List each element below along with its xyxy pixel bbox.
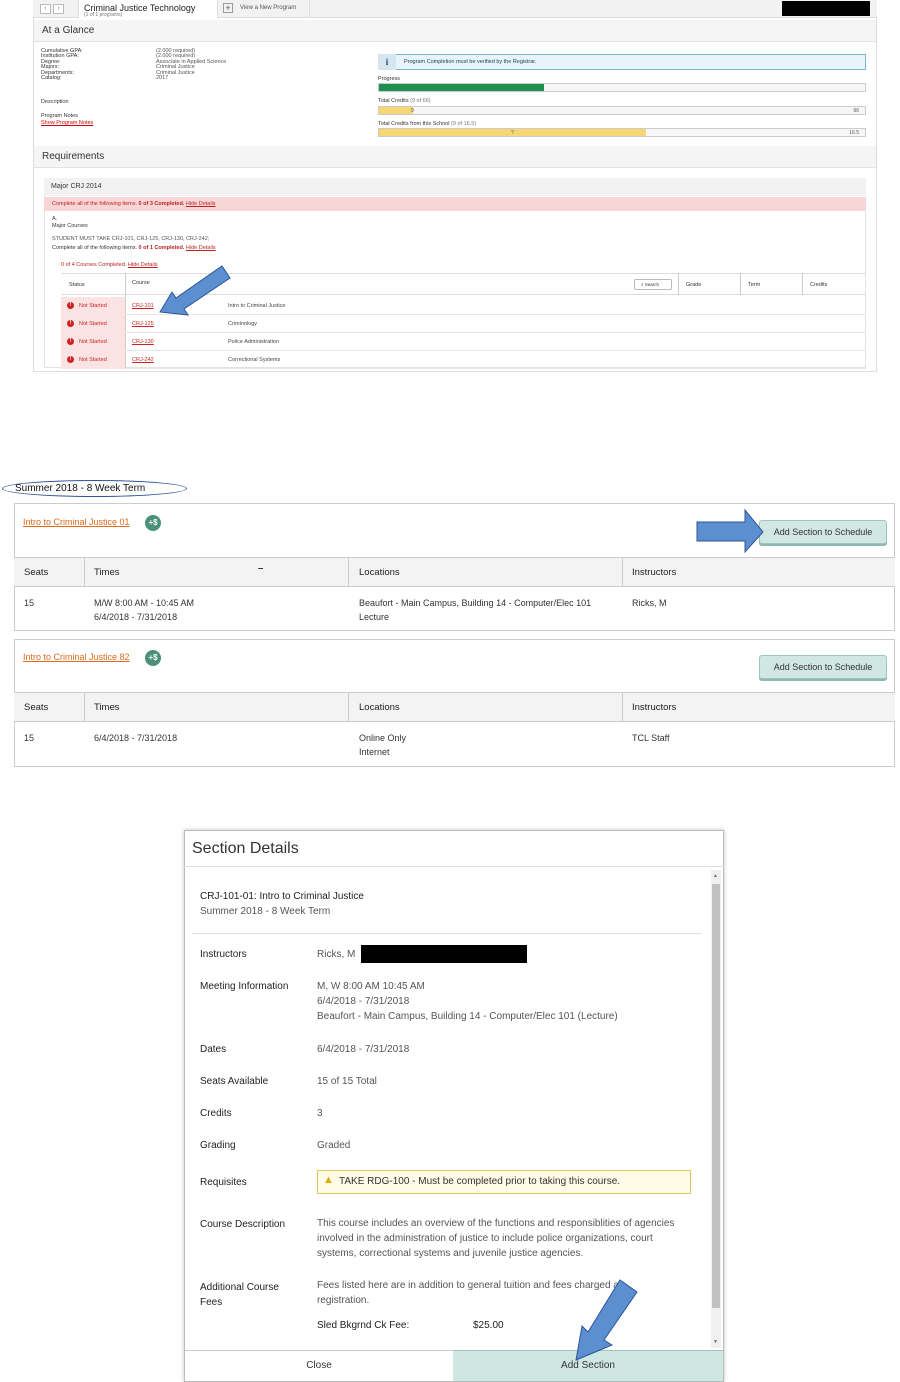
arrow-to-add-button [696,508,764,554]
arrow-to-add-section [575,1279,638,1361]
annotation-arrows [159,265,764,1361]
arrow-to-course-link [159,265,231,316]
